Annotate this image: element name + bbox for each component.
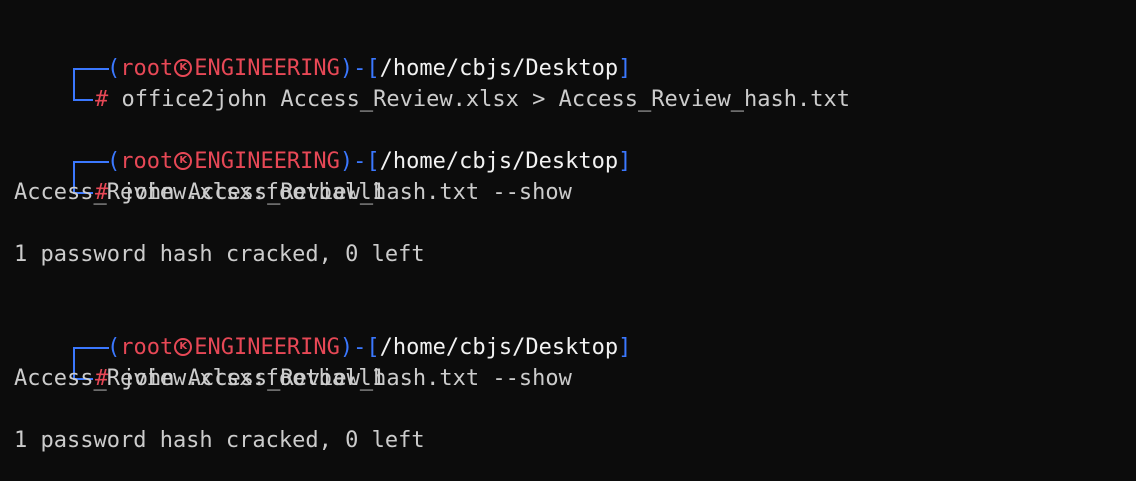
output-line: 1 password hash cracked, 0 left: [14, 242, 425, 267]
command-line: # office2john Access_Review.xlsx > Acces…: [14, 53, 850, 112]
prompt-symbol: #: [94, 87, 109, 112]
output-line: Access_Review.xlsx:football1: [14, 366, 385, 391]
prompt-header: (root K ENGINEERING)-[/home/cbjs/Desktop]: [14, 115, 631, 177]
prompt-header: (root K ENGINEERING)-[/home/cbjs/Desktop]: [14, 22, 631, 84]
command-text: office2john Access_Review.xlsx > Access_…: [121, 87, 850, 112]
prompt-header: (root K ENGINEERING)-[/home/cbjs/Desktop]: [14, 301, 631, 363]
output-line: 1 password hash cracked, 0 left: [14, 428, 425, 453]
terminal-window[interactable]: (root K ENGINEERING)-[/home/cbjs/Desktop] …: [0, 0, 1136, 481]
command-line: # john Access_Review_hash.txt --show: [14, 332, 572, 391]
prompt-corner-bottom: [67, 84, 95, 115]
command-line: # john Access_Review_hash.txt --show: [14, 146, 572, 205]
output-line: Access_Review.xlsx:football1: [14, 180, 385, 205]
